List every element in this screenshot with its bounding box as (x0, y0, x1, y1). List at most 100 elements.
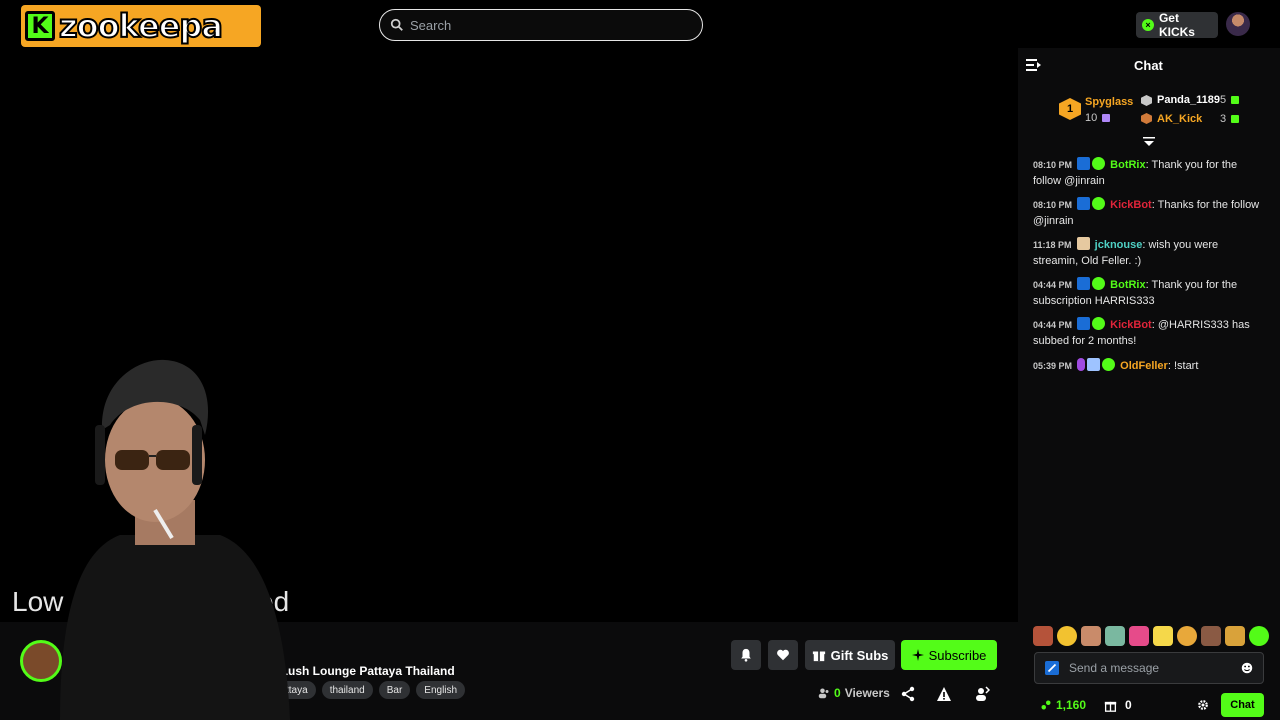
get-kicks-label: Get KICKs (1158, 11, 1195, 39)
streamer-webcam-overlay (60, 359, 290, 720)
chat-message: 08:10 PM BotRix: Thank you for the follo… (1033, 157, 1265, 189)
emoji-picker-icon[interactable] (1241, 662, 1253, 674)
broadcaster-badge-icon (1077, 358, 1086, 371)
channel-points[interactable]: 1,160 (1040, 698, 1086, 712)
bot-badge-icon (1077, 277, 1091, 290)
chat-message: 11:18 PM jcknouse: wish you were streami… (1033, 237, 1265, 269)
tag-bar[interactable]: Bar (378, 681, 411, 699)
emote-icon[interactable] (1201, 626, 1221, 646)
chat-send-button[interactable]: Chat (1221, 693, 1264, 717)
bot-badge-icon (1077, 157, 1091, 170)
gift-subs-label: Gift Subs (830, 647, 889, 663)
message-username[interactable]: jcknouse (1095, 239, 1143, 251)
user-avatar[interactable] (1226, 12, 1250, 36)
viewer-count-label: Viewers (844, 686, 890, 700)
leaderboard-second-name[interactable]: Panda_1189 (1157, 94, 1220, 106)
emote-icon[interactable] (1057, 626, 1077, 646)
gift-box-icon (1104, 701, 1117, 712)
leaderboard-third-name[interactable]: AK_Kick (1157, 113, 1202, 125)
gift-subs-button[interactable]: Gift Subs (805, 640, 895, 670)
logo-k-icon: K (25, 11, 55, 41)
emote-quick-row (1033, 626, 1269, 646)
emote-icon[interactable] (1105, 626, 1125, 646)
gifter-badge-icon (1076, 237, 1090, 250)
search-bar[interactable] (379, 9, 703, 41)
expand-leaderboard-icon[interactable] (1143, 136, 1155, 148)
tag-english[interactable]: English (416, 681, 466, 699)
verified-badge-icon (1092, 197, 1106, 210)
leaderboard-third-count: 3 (1220, 113, 1240, 125)
tag-thailand[interactable]: thailand (321, 681, 373, 699)
verified-badge-icon (1092, 277, 1106, 290)
get-kicks-button[interactable]: × Get KICKs (1136, 11, 1218, 39)
chat-panel (1018, 48, 1280, 720)
emote-icon[interactable] (1177, 626, 1197, 646)
bell-icon (741, 648, 751, 662)
chat-input-box[interactable] (1034, 652, 1264, 684)
share-icon[interactable] (900, 686, 916, 702)
gift-icon (812, 651, 825, 662)
leaderboard-second-count-value: 5 (1220, 94, 1227, 106)
message-username[interactable]: BotRix (1110, 279, 1145, 291)
message-username[interactable]: OldFeller (1120, 360, 1168, 372)
chat-message: 04:44 PM KickBot: @HARRIS333 has subbed … (1033, 317, 1265, 349)
emote-icon[interactable] (1129, 626, 1149, 646)
channel-points-value: 1,160 (1056, 698, 1087, 712)
subscriber-badge-icon (1087, 358, 1101, 371)
users-icon (818, 688, 829, 699)
stream-tags: ttaya thailand Bar English (278, 681, 466, 699)
subscribe-button[interactable]: Subscribe (901, 640, 997, 670)
collapse-chat-icon[interactable] (1026, 58, 1042, 72)
verified-badge-icon (1102, 358, 1116, 371)
emote-icon[interactable] (1081, 626, 1101, 646)
gift-icon (1231, 96, 1240, 105)
gift-icon (1102, 114, 1111, 123)
bot-command-icon[interactable] (1045, 661, 1059, 675)
leaderboard-second-count: 5 (1220, 94, 1240, 106)
chat-message: 04:44 PM BotRix: Thank you for the subsc… (1033, 277, 1265, 309)
message-username[interactable]: KickBot (1110, 319, 1152, 331)
settings-gear-icon[interactable] (1197, 699, 1209, 711)
leaderboard-third-count-value: 3 (1220, 113, 1227, 125)
logo-text: zookeepa (58, 6, 224, 46)
follow-button[interactable] (768, 640, 798, 670)
chat-message-input[interactable] (1069, 661, 1229, 675)
message-username[interactable]: KickBot (1110, 199, 1152, 211)
gift-count-value: 0 (1125, 698, 1132, 712)
viewer-count: 0 Viewers (818, 686, 890, 700)
search-input[interactable] (410, 17, 690, 33)
emote-icon[interactable] (1033, 626, 1053, 646)
emote-icon[interactable] (1249, 626, 1269, 646)
report-icon[interactable] (936, 686, 952, 702)
search-icon (390, 18, 403, 31)
host-icon[interactable] (974, 686, 990, 702)
verified-badge-icon (1092, 317, 1106, 330)
message-time: 08:10 PM (1033, 200, 1073, 210)
leaderboard-first-count-value: 10 (1085, 112, 1098, 124)
notification-button[interactable] (731, 640, 761, 670)
chat-message: 08:10 PM KickBot: Thanks for the follow … (1033, 197, 1265, 229)
kick-coin-icon: × (1142, 19, 1154, 31)
site-logo[interactable]: K zookeepa (21, 5, 261, 47)
points-icon (1041, 700, 1051, 710)
gift-icon (1231, 115, 1240, 124)
message-username[interactable]: BotRix (1110, 159, 1145, 171)
leaderboard-first-name[interactable]: Spyglass (1085, 96, 1133, 108)
verified-badge-icon (1092, 157, 1106, 170)
chat-title: Chat (1134, 58, 1163, 73)
heart-icon (777, 649, 789, 661)
gift-count[interactable]: 0 (1104, 698, 1132, 712)
bot-badge-icon (1077, 197, 1091, 210)
chat-message: 05:39 PM OldFeller: !start (1033, 358, 1265, 374)
leaderboard-first-count: 10 (1085, 112, 1111, 124)
message-time: 04:44 PM (1033, 280, 1073, 290)
silver-rank-icon (1141, 95, 1152, 106)
message-time: 11:18 PM (1033, 240, 1072, 250)
subscribe-label: Subscribe (928, 647, 987, 663)
bot-badge-icon (1077, 317, 1091, 330)
viewer-count-value: 0 (834, 686, 841, 700)
emote-icon[interactable] (1225, 626, 1245, 646)
message-text: : !start (1167, 360, 1199, 372)
emote-icon[interactable] (1153, 626, 1173, 646)
bronze-rank-icon (1141, 113, 1152, 124)
